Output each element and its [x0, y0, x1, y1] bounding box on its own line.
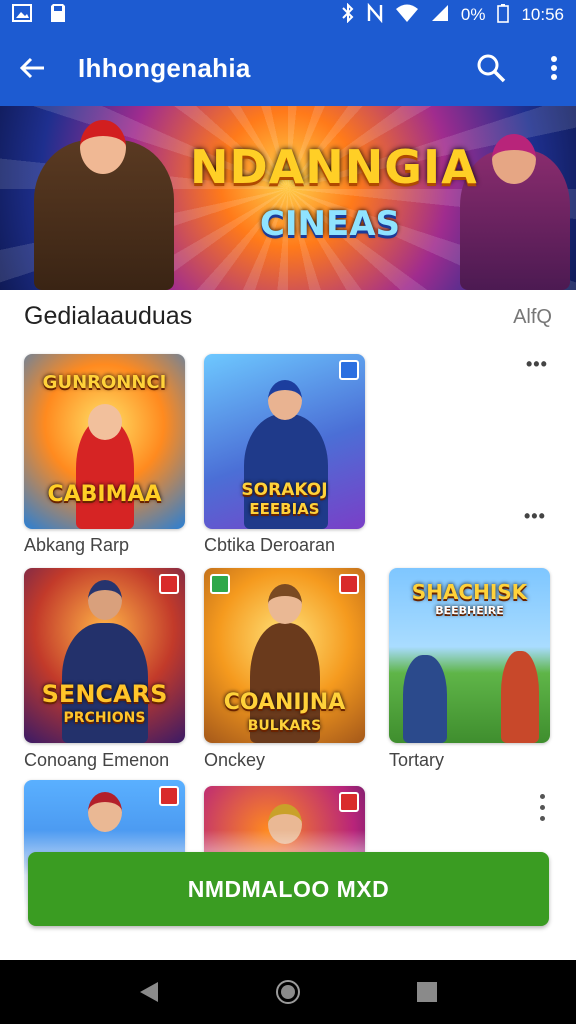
gallery-icon — [12, 3, 32, 27]
battery-icon — [497, 3, 510, 28]
banner-title: NDANNGIA — [190, 140, 478, 194]
app-bar: Ihhongenahia — [0, 30, 576, 106]
game-art-character-head — [88, 792, 122, 832]
game-card[interactable]: SENCARS PRCHIONS — [24, 568, 185, 743]
hero-banner[interactable]: NDANNGIA CINEAS — [0, 106, 576, 290]
game-art-subtitle: CABIMAA — [47, 482, 162, 507]
badge-icon — [210, 574, 230, 594]
more-horiz-icon[interactable]: ••• — [526, 354, 548, 375]
game-art-title: COANIJNA — [223, 690, 346, 715]
wifi-icon — [395, 3, 419, 28]
game-art-subtitle: BEEBHEIRE — [435, 604, 504, 617]
badge-icon — [339, 574, 359, 594]
badge-icon — [159, 786, 179, 806]
banner-hero-right-head — [492, 134, 536, 184]
game-caption: Cbtika Deroaran — [204, 535, 336, 555]
battery-text: 0% — [460, 5, 486, 24]
search-icon[interactable] — [476, 53, 506, 83]
section-see-all-link[interactable]: AlfQ — [513, 306, 552, 329]
back-triangle-icon[interactable] — [138, 980, 160, 1004]
game-art-character-head — [88, 404, 122, 440]
game-art-title: SORAKOJ — [241, 480, 328, 500]
game-card[interactable]: SORAKOJ EEEBIAS — [204, 354, 365, 529]
recents-square-icon[interactable] — [416, 981, 438, 1003]
game-caption: Conoang Emenon — [24, 750, 170, 770]
bluetooth-icon — [341, 2, 355, 28]
game-card[interactable]: GUNRONNCI CABIMAA — [24, 354, 185, 529]
navigation-bar — [0, 960, 576, 1024]
game-art-subtitle: EEEBIAS — [249, 500, 320, 518]
game-caption: Abkang Rarp — [24, 535, 130, 555]
game-art-subtitle: PRCHIONS — [63, 710, 146, 726]
more-vert-icon[interactable] — [550, 55, 558, 81]
signal-icon — [431, 4, 449, 27]
home-circle-icon[interactable] — [275, 979, 301, 1005]
game-art-title: GUNRONNCI — [42, 372, 167, 393]
badge-icon — [159, 574, 179, 594]
app-title: Ihhongenahia — [78, 52, 251, 83]
game-art-character-head — [268, 584, 302, 624]
status-bar: 0% 10:56 — [0, 0, 576, 30]
section-title: Gedialaauduas — [24, 302, 193, 330]
game-art-subtitle: BULKARS — [247, 718, 322, 734]
arrow-left-icon[interactable] — [18, 56, 46, 80]
game-card[interactable]: SHACHISK BEEBHEIRE — [389, 568, 550, 743]
banner-hero-left-head — [80, 120, 126, 174]
game-caption: Tortary — [389, 750, 445, 770]
game-card[interactable]: COANIJNA BULKARS — [204, 568, 365, 743]
sd-card-icon — [50, 3, 66, 28]
game-art-character-head — [268, 380, 302, 420]
install-button[interactable]: NMDMALOO MXD — [28, 852, 549, 926]
game-art-title: SENCARS — [41, 680, 168, 708]
nfc-icon — [367, 2, 383, 28]
game-caption: Onckey — [204, 750, 266, 770]
game-art-character — [501, 651, 539, 743]
game-art-character — [403, 655, 447, 743]
badge-icon — [339, 360, 359, 380]
more-horiz-icon[interactable]: ••• — [524, 506, 546, 527]
game-art-character-head — [88, 580, 122, 620]
badge-icon — [339, 792, 359, 812]
banner-subtitle: CINEAS — [259, 204, 401, 244]
game-art-title: SHACHISK — [411, 580, 528, 604]
more-vert-icon[interactable] — [538, 794, 546, 821]
clock: 10:56 — [521, 5, 564, 24]
